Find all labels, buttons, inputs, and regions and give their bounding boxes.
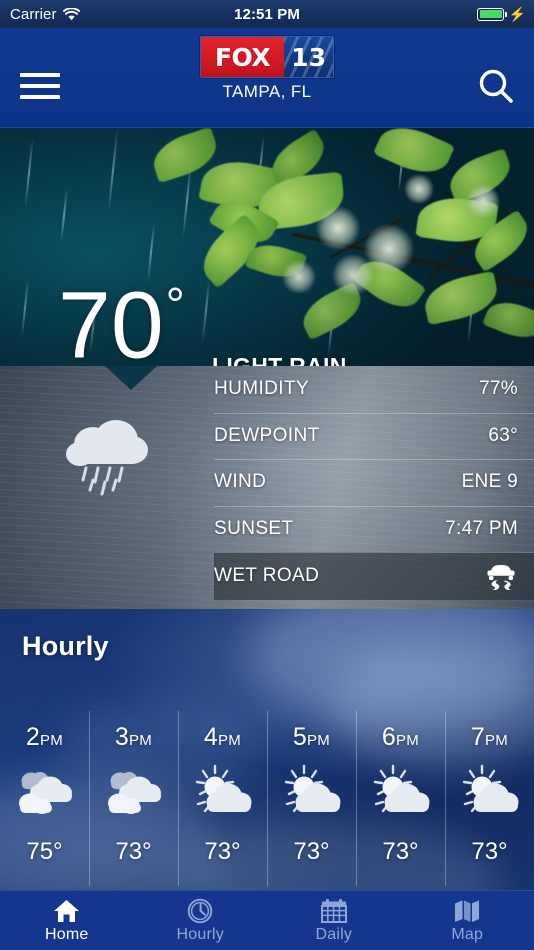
detail-label: DEWPOINT	[214, 424, 320, 446]
hourly-time: 2PM	[26, 723, 63, 752]
hourly-time: 5PM	[293, 723, 330, 752]
hourly-temperature: 75°	[26, 838, 63, 865]
detail-row[interactable]: WET ROAD	[214, 552, 534, 600]
hourly-hour: 4	[203, 723, 218, 751]
partly-sunny-icon	[370, 760, 432, 826]
hourly-forecast-section[interactable]: Hourly 2PM 75° 3PM 73° 4PM 73° 5PM 73° 6…	[0, 609, 534, 896]
status-bar-right: ⚡	[477, 7, 526, 21]
map-icon	[454, 898, 480, 924]
detail-value: 63°	[488, 424, 518, 446]
hourly-temperature: 73°	[115, 838, 152, 865]
hourly-time: 3PM	[115, 723, 152, 752]
partly-sunny-icon	[192, 760, 254, 826]
hourly-meridiem: PM	[218, 732, 242, 749]
hourly-column[interactable]: 3PM 73°	[89, 711, 178, 896]
tab-map[interactable]: Map	[401, 891, 534, 950]
detail-label: SUNSET	[214, 517, 294, 539]
app-header: FOX 13 TAMPA, FL	[0, 28, 534, 128]
weather-app-screen: Carrier 12:51 PM ⚡ FOX 13 TAMPA, FL 70° …	[0, 0, 534, 950]
hourly-meridiem: PM	[485, 732, 509, 749]
current-conditions-hero[interactable]: 70° LIGHT RAIN FEELS LIKE 70° Updated no…	[0, 128, 534, 366]
detail-row: SUNSET 7:47 PM	[214, 505, 534, 553]
hourly-hour: 5	[292, 723, 307, 751]
hourly-column[interactable]: 6PM 73°	[356, 711, 445, 896]
hourly-temperature: 73°	[471, 838, 508, 865]
hourly-title: Hourly	[22, 631, 109, 661]
hourly-hour: 6	[381, 723, 396, 751]
home-icon	[53, 898, 80, 924]
tab-label: Map	[451, 925, 484, 943]
current-details-panel: HUMIDITY 77% DEWPOINT 63° WIND ENE 9 SUNSET 7:4…	[0, 366, 534, 609]
hourly-column[interactable]: 4PM 73°	[178, 711, 267, 896]
calendar-icon	[320, 898, 347, 924]
detail-value: 7:47 PM	[445, 517, 518, 539]
cloudy-icon	[14, 760, 76, 826]
hourly-hour: 7	[470, 723, 485, 751]
detail-label: WIND	[214, 471, 267, 493]
hourly-column[interactable]: 2PM 75°	[0, 711, 89, 896]
hourly-columns: 2PM 75° 3PM 73° 4PM 73° 5PM 73° 6PM 73° …	[0, 711, 534, 896]
logo-channel-box: 13	[284, 37, 333, 77]
tab-label: Home	[45, 925, 89, 943]
rain-cloud-icon	[60, 414, 155, 499]
tab-label: Hourly	[176, 925, 224, 943]
hourly-temperature: 73°	[293, 838, 330, 865]
logo-fox-text: FOX	[201, 37, 285, 77]
cloudy-icon	[103, 760, 165, 826]
current-condition-text: LIGHT RAIN	[212, 353, 347, 366]
hourly-temperature: 73°	[382, 838, 419, 865]
hourly-meridiem: PM	[129, 732, 153, 749]
logo-channel-text: 13	[291, 42, 326, 72]
hourly-column[interactable]: 7PM 73°	[445, 711, 534, 896]
tab-label: Daily	[315, 925, 353, 943]
clock-icon	[187, 898, 213, 924]
hourly-time: 6PM	[382, 723, 419, 752]
degree-symbol: °	[165, 279, 185, 333]
status-bar: Carrier 12:51 PM ⚡	[0, 0, 534, 28]
detail-label: WET ROAD	[214, 565, 320, 586]
location-label: TAMPA, FL	[222, 82, 312, 101]
hourly-hour: 2	[25, 723, 40, 751]
lightning-bolt-icon: ⚡	[508, 6, 526, 22]
details-row-list: HUMIDITY 77% DEWPOINT 63° WIND ENE 9 SUNSET 7:4…	[214, 366, 534, 609]
hourly-temperature: 73°	[204, 838, 241, 865]
tab-daily[interactable]: Daily	[267, 891, 401, 950]
slippery-road-icon	[484, 561, 518, 591]
partly-sunny-icon	[281, 760, 343, 826]
detail-value: ENE 9	[461, 471, 518, 493]
battery-full-icon	[477, 7, 508, 21]
tab-hourly[interactable]: Hourly	[134, 891, 268, 950]
hourly-meridiem: PM	[396, 732, 420, 749]
bottom-tab-bar: Home Hourly Daily Map	[0, 890, 534, 950]
hourly-time: 4PM	[204, 723, 241, 752]
detail-value: 77%	[479, 378, 518, 400]
hero-pointer-notch	[105, 366, 157, 390]
detail-row: DEWPOINT 63°	[214, 412, 534, 460]
status-bar-time: 12:51 PM	[234, 5, 300, 23]
current-temperature: 70°	[58, 272, 185, 366]
hourly-hour: 3	[114, 723, 129, 751]
detail-label: HUMIDITY	[214, 378, 310, 400]
hourly-time: 7PM	[471, 723, 508, 752]
tab-home[interactable]: Home	[0, 891, 134, 950]
detail-row: WIND ENE 9	[214, 459, 534, 506]
detail-row: HUMIDITY 77%	[214, 366, 534, 413]
fox13-logo[interactable]: FOX 13	[200, 36, 334, 78]
hourly-column[interactable]: 5PM 73°	[267, 711, 356, 896]
hourly-meridiem: PM	[307, 732, 331, 749]
partly-sunny-icon	[459, 760, 521, 826]
hourly-meridiem: PM	[40, 732, 64, 749]
